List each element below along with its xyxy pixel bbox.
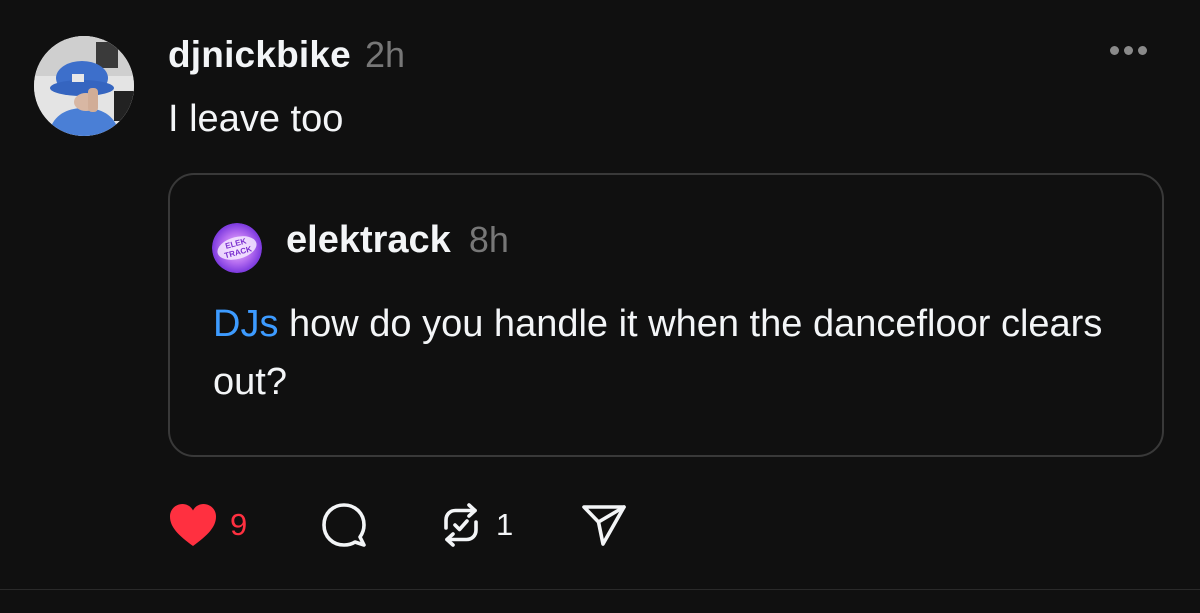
quoted-post-header: elektrack 8h: [286, 219, 509, 262]
post-header: djnickbike 2h: [168, 34, 405, 76]
like-button[interactable]: 9: [168, 500, 247, 550]
like-count: 9: [230, 507, 248, 542]
heart-icon: [170, 504, 216, 546]
repost-button[interactable]: 1: [438, 500, 513, 550]
mention-link[interactable]: DJs: [213, 303, 278, 345]
thread-post: djnickbike 2h I leave too ELEK TRACK ele…: [0, 0, 1200, 590]
quoted-post-text: DJs how do you handle it when the dancef…: [213, 295, 1133, 411]
quoted-author-avatar[interactable]: ELEK TRACK: [212, 223, 262, 273]
post-divider: [0, 589, 1200, 590]
comment-button[interactable]: [320, 500, 368, 550]
share-button[interactable]: [580, 500, 628, 550]
more-options-icon[interactable]: [1110, 42, 1166, 66]
post-text: I leave too: [168, 98, 344, 140]
author-username[interactable]: djnickbike: [168, 34, 351, 76]
comment-icon: [322, 503, 366, 547]
user-avatar-icon: [34, 36, 134, 136]
repost-icon: [444, 503, 478, 547]
quoted-post-card[interactable]: ELEK TRACK elektrack 8h DJs how do you h…: [168, 173, 1164, 457]
post-timestamp: 2h: [364, 34, 405, 75]
repost-count: 1: [496, 507, 514, 542]
quoted-post-timestamp: 8h: [468, 219, 509, 260]
author-avatar[interactable]: [34, 36, 134, 136]
elektrack-logo-icon: ELEK TRACK: [212, 223, 262, 273]
send-icon: [582, 505, 626, 546]
quoted-author-username[interactable]: elektrack: [286, 219, 451, 262]
quoted-post-body: how do you handle it when the dancefloor…: [213, 303, 1103, 403]
